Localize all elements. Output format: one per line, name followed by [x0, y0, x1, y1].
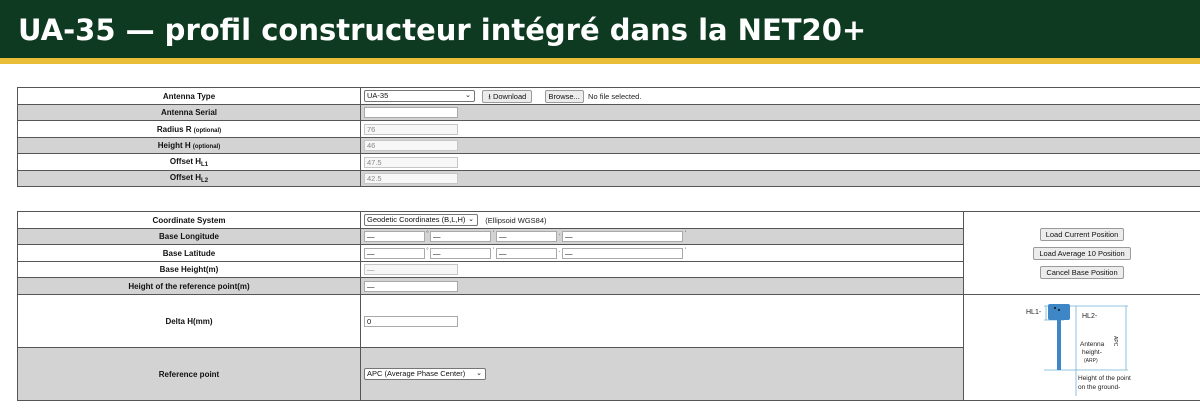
coordinate-system-label: Coordinate System — [17, 211, 361, 229]
ellipsoid-note: (Ellipsoid WGS84) — [485, 215, 547, 225]
latitude-minutes-input[interactable]: — — [430, 247, 491, 259]
longitude-degrees-input[interactable]: — — [364, 231, 425, 242]
base-height-label: Base Height(m) — [17, 261, 361, 278]
antenna-pole-icon — [1057, 319, 1061, 370]
antenna-height-label-2: height- — [1082, 349, 1102, 356]
latitude-fraction-input[interactable]: — — [562, 247, 683, 259]
browse-button[interactable]: Browse... — [544, 89, 584, 103]
height-label: Height H — [157, 141, 191, 150]
offset-l1-input[interactable]: 47.5 — [364, 156, 458, 168]
offset-l1-label: Offset H — [169, 156, 202, 166]
download-icon: ⭳ — [488, 91, 491, 101]
antenna-table: Antenna Type UA-35 ⌄ ⭳ Download Browse...… — [17, 87, 1200, 187]
antenna-type-select[interactable]: UA-35 ⌄ — [364, 90, 475, 102]
header-banner: UA-35 — profil constructeur intégré dans… — [0, 0, 1200, 58]
height-row: Height H (optional) 46 — [17, 137, 1200, 154]
longitude-minutes-input[interactable]: — — [430, 231, 491, 242]
page-title: UA-35 — profil constructeur intégré dans… — [18, 13, 867, 47]
antenna-body-icon — [1048, 303, 1070, 320]
antenna-serial-row: Antenna Serial — [17, 104, 1200, 121]
offset-l2-row: Offset HL2 42.5 — [17, 170, 1200, 187]
reference-height-input[interactable]: — — [364, 280, 458, 292]
offset-l1-row: Offset HL1 47.5 — [17, 153, 1200, 171]
ground-label-2: on the ground- — [1078, 384, 1120, 391]
antenna-serial-label: Antenna Serial — [17, 104, 361, 121]
antenna-type-label: Antenna Type — [17, 87, 361, 105]
base-position-table: Coordinate System Geodetic Coordinates (… — [17, 211, 1200, 401]
base-longitude-label: Base Longitude — [17, 228, 361, 245]
reference-height-label: Height of the reference point(m) — [17, 277, 361, 295]
delta-h-row: Delta H(mm) 0 HL1- HL2- Antenna height- … — [17, 294, 1200, 401]
longitude-fraction-input[interactable]: — — [562, 231, 683, 242]
delta-h-label: Delta H(mm) — [17, 294, 361, 348]
radius-label: Radius R — [156, 124, 192, 134]
ground-label-1: Height of the point — [1078, 375, 1131, 382]
hl1-label: HL1- — [1026, 309, 1042, 316]
chevron-down-icon: ⌄ — [476, 370, 482, 377]
reference-point-label: Reference point — [17, 347, 361, 401]
offset-l2-label: Offset H — [169, 173, 202, 182]
antenna-serial-input[interactable] — [364, 107, 458, 118]
chevron-down-icon: ⌄ — [465, 92, 471, 99]
hl2-label: HL2- — [1082, 313, 1098, 320]
antenna-height-label-1: Antenna — [1080, 341, 1105, 348]
cancel-base-position-button[interactable]: Cancel Base Position — [1040, 265, 1124, 279]
radius-input[interactable]: 76 — [364, 123, 458, 135]
reference-point-select[interactable]: APC (Average Phase Center) ⌄ — [364, 368, 486, 380]
antenna-type-row: Antenna Type UA-35 ⌄ ⭳ Download Browse...… — [17, 87, 1200, 105]
antenna-height-label-3: (ARP) — [1084, 358, 1098, 364]
longitude-seconds-input[interactable]: — — [496, 231, 557, 242]
radius-row: Radius R (optional) 76 — [17, 120, 1200, 138]
coordinate-system-select[interactable]: Geodetic Coordinates (B,L,H) ⌄ — [364, 214, 478, 226]
latitude-degrees-input[interactable]: — — [364, 247, 425, 259]
download-button[interactable]: ⭳ Download — [482, 89, 533, 103]
antenna-height-diagram: HL1- HL2- Antenna height- (ARP) APC Heig… — [963, 294, 1200, 401]
antenna-diagram-svg: HL1- HL2- Antenna height- (ARP) APC Heig… — [1026, 303, 1131, 396]
file-status: No file selected. — [588, 91, 642, 101]
base-latitude-label: Base Latitude — [17, 244, 361, 262]
base-height-input[interactable]: — — [364, 264, 458, 275]
chevron-down-icon: ⌄ — [468, 216, 474, 223]
coordinate-system-row: Coordinate System Geodetic Coordinates (… — [17, 211, 1200, 295]
delta-h-input[interactable]: 0 — [364, 315, 458, 327]
position-actions: Load Current Position Load Average 10 Po… — [963, 211, 1200, 295]
height-input[interactable]: 46 — [364, 140, 458, 151]
radius-optional-note: (optional) — [193, 127, 222, 134]
accent-stripe — [0, 58, 1200, 64]
offset-l2-input[interactable]: 42.5 — [364, 173, 458, 184]
height-optional-note: (optional) — [192, 144, 221, 150]
apc-label: APC — [1112, 336, 1118, 347]
load-current-position-button[interactable]: Load Current Position — [1039, 227, 1125, 241]
load-average-10-position-button[interactable]: Load Average 10 Position — [1033, 246, 1131, 260]
latitude-seconds-input[interactable]: — — [496, 247, 557, 259]
